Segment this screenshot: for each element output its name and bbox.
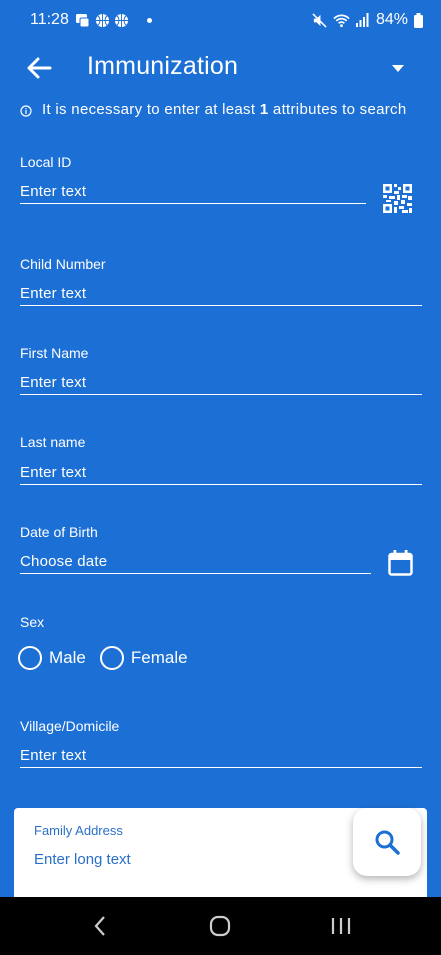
dropdown-arrow-icon xyxy=(392,65,404,72)
last-name-input[interactable] xyxy=(20,461,422,485)
status-bar: 11:28 84% xyxy=(0,0,441,40)
home-circle-icon xyxy=(210,915,231,937)
back-button[interactable] xyxy=(24,54,54,82)
battery-icon xyxy=(414,12,423,28)
status-dot xyxy=(146,17,152,23)
child-number-input[interactable] xyxy=(20,282,422,306)
status-notification-icons xyxy=(75,13,129,28)
date-of-birth-label: Date of Birth xyxy=(20,524,98,540)
status-right: 84% xyxy=(312,11,423,29)
signal-icon xyxy=(355,13,369,27)
info-text-after: attributes to search xyxy=(268,101,407,118)
basketball-icon xyxy=(114,13,128,27)
status-time: 11:28 xyxy=(30,11,69,28)
family-address-label: Family Address xyxy=(34,823,123,838)
nav-home-button[interactable] xyxy=(200,906,240,946)
search-button[interactable] xyxy=(353,808,421,876)
village-input[interactable] xyxy=(20,744,422,768)
info-text-before: It is necessary to enter at least xyxy=(42,101,260,118)
program-dropdown-button[interactable] xyxy=(386,58,410,78)
date-of-birth-input[interactable] xyxy=(20,550,371,574)
system-nav-bar xyxy=(0,897,441,955)
nav-recents-button[interactable] xyxy=(321,906,361,946)
info-icon xyxy=(20,105,32,117)
chevron-left-icon xyxy=(94,916,105,936)
village-label: Village/Domicile xyxy=(20,718,120,734)
calendar-icon xyxy=(388,550,413,576)
female-radio[interactable] xyxy=(99,646,124,670)
last-name-label: Last name xyxy=(20,434,86,450)
mute-icon xyxy=(312,12,327,28)
female-radio-label[interactable]: Female xyxy=(131,648,188,668)
first-name-label: First Name xyxy=(20,345,89,361)
info-text: It is necessary to enter at least 1 attr… xyxy=(42,100,407,120)
basketball-icon xyxy=(95,13,109,27)
arrow-back-icon xyxy=(27,57,52,79)
wifi-icon xyxy=(333,14,350,27)
child-number-label: Child Number xyxy=(20,256,106,272)
first-name-input[interactable] xyxy=(20,371,422,395)
nav-back-button[interactable] xyxy=(80,906,120,946)
local-id-input[interactable] xyxy=(20,180,366,204)
qr-code-icon xyxy=(383,184,412,213)
app-toolbar: Immunization xyxy=(0,44,441,92)
sex-radio-group: Male Female xyxy=(18,646,202,670)
battery-percent: 84% xyxy=(375,11,408,28)
date-picker-button[interactable] xyxy=(388,550,413,576)
sex-label: Sex xyxy=(20,614,45,630)
search-requirement-info: It is necessary to enter at least 1 attr… xyxy=(20,100,420,120)
local-id-label: Local ID xyxy=(20,154,72,170)
male-radio-label[interactable]: Male xyxy=(49,648,86,668)
status-left: 11:28 xyxy=(30,11,152,29)
family-address-input[interactable] xyxy=(34,848,334,870)
notification-icon xyxy=(75,13,90,27)
search-icon xyxy=(375,830,400,855)
recents-icon xyxy=(331,918,350,934)
page-title: Immunization xyxy=(87,52,239,80)
qr-scan-button[interactable] xyxy=(383,184,412,213)
male-radio[interactable] xyxy=(18,646,42,670)
